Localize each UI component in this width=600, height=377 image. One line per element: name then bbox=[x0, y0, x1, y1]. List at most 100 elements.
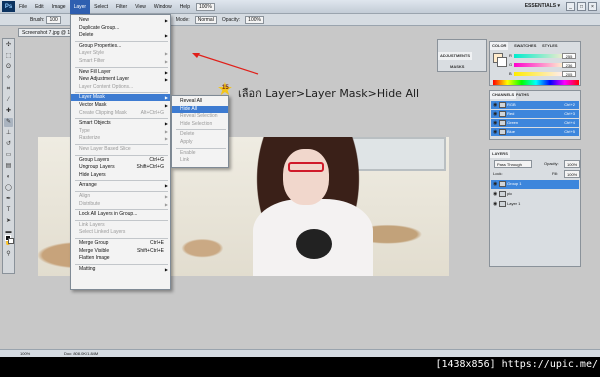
color-swatch-background[interactable] bbox=[497, 57, 507, 67]
magic-wand-tool-icon[interactable]: ✧ bbox=[4, 74, 13, 83]
menu-view[interactable]: View bbox=[131, 0, 150, 14]
menu-item-layer-mask[interactable]: Layer Mask ▶ bbox=[71, 94, 170, 102]
menu-item-layer-style[interactable]: Layer Style ▶ bbox=[71, 50, 170, 57]
menu-item-ungroup-layers[interactable]: Ungroup Layers Shift+Ctrl+G bbox=[71, 164, 170, 171]
brush-tool-icon[interactable]: ✎ bbox=[4, 118, 13, 127]
menu-filter[interactable]: Filter bbox=[112, 0, 131, 14]
blue-slider[interactable] bbox=[514, 72, 566, 76]
tab-color[interactable]: COLOR bbox=[490, 42, 509, 50]
fill-field[interactable]: 100% bbox=[564, 170, 580, 178]
channel-row-green[interactable]: ◉ Green Ctrl+4 bbox=[491, 119, 579, 127]
close-icon[interactable]: × bbox=[588, 2, 597, 11]
blend-mode-select[interactable]: Pass Through bbox=[494, 160, 532, 168]
submenu-item-delete[interactable]: Delete bbox=[172, 131, 228, 138]
menu-item-new-fill-layer[interactable]: New Fill Layer ▶ bbox=[71, 69, 170, 76]
menu-item-duplicate-group[interactable]: Duplicate Group... bbox=[71, 25, 170, 32]
menu-item-type[interactable]: Type ▶ bbox=[71, 128, 170, 135]
visibility-eye-icon[interactable]: ◉ bbox=[493, 119, 497, 127]
document-tab[interactable]: Screenshot 7.jpg @ 1... bbox=[18, 28, 76, 37]
channel-row-blue[interactable]: ◉ Blue Ctrl+5 bbox=[491, 128, 579, 136]
minimize-icon[interactable]: _ bbox=[566, 2, 575, 11]
visibility-eye-icon[interactable]: ◉ bbox=[493, 128, 497, 136]
tab-adjustments[interactable]: ADJUSTMENTS bbox=[438, 52, 473, 60]
menu-item-layer-content-options[interactable]: Layer Content Options... bbox=[71, 84, 170, 91]
menu-item-arrange[interactable]: Arrange ▶ bbox=[71, 182, 170, 189]
menu-image[interactable]: Image bbox=[48, 0, 70, 14]
menu-file[interactable]: File bbox=[15, 0, 31, 14]
menu-item-create-clipping-mask[interactable]: Create Clipping Mask Alt+Ctrl+G bbox=[71, 110, 170, 117]
menu-item-lock-all-layers-in-group[interactable]: Lock All Layers in Group... bbox=[71, 211, 170, 218]
menu-item-matting[interactable]: Matting ▶ bbox=[71, 266, 170, 273]
lasso-tool-icon[interactable]: ʘ bbox=[4, 63, 13, 72]
menu-edit[interactable]: Edit bbox=[31, 0, 48, 14]
submenu-item-hide-selection[interactable]: Hide Selection bbox=[172, 121, 228, 128]
brush-size-picker[interactable]: 100 bbox=[46, 15, 61, 24]
tab-layers[interactable]: LAYERS bbox=[490, 150, 510, 158]
layer-row-group-1[interactable]: ◉ Group 1 bbox=[491, 180, 579, 189]
menu-item-group-properties[interactable]: Group Properties... bbox=[71, 43, 170, 50]
menu-item-new[interactable]: New ▶ bbox=[71, 17, 170, 24]
green-slider[interactable] bbox=[514, 63, 566, 67]
move-tool-icon[interactable]: ✣ bbox=[4, 41, 13, 50]
eyedropper-tool-icon[interactable]: ⁄ bbox=[4, 96, 13, 105]
visibility-eye-icon[interactable]: ◉ bbox=[493, 200, 497, 208]
pen-tool-icon[interactable]: ✒ bbox=[4, 195, 13, 204]
crop-tool-icon[interactable]: ⌗ bbox=[4, 85, 13, 94]
color-spectrum-ramp[interactable] bbox=[493, 80, 579, 85]
healing-tool-icon[interactable]: ✚ bbox=[4, 107, 13, 116]
layer-row-pic[interactable]: ◉ pic bbox=[491, 190, 579, 199]
blur-tool-icon[interactable]: ◐ bbox=[4, 173, 13, 182]
submenu-item-hide-all[interactable]: Hide All bbox=[172, 105, 228, 113]
menu-item-select-linked-layers[interactable]: Select Linked Layers bbox=[71, 229, 170, 236]
visibility-eye-icon[interactable]: ◉ bbox=[493, 110, 497, 118]
marquee-tool-icon[interactable]: ⬚ bbox=[4, 52, 13, 61]
menu-item-new-adjustment-layer[interactable]: New Adjustment Layer ▶ bbox=[71, 76, 170, 83]
green-value[interactable]: 236 bbox=[562, 62, 576, 68]
menu-item-distribute[interactable]: Distribute ▶ bbox=[71, 201, 170, 208]
tab-channels[interactable]: CHANNELS bbox=[490, 91, 517, 99]
menu-layer[interactable]: Layer bbox=[69, 0, 91, 14]
red-value[interactable]: 255 bbox=[562, 53, 576, 59]
menu-item-align[interactable]: Align ▶ bbox=[71, 193, 170, 200]
menu-item-flatten-image[interactable]: Flatten Image bbox=[71, 255, 170, 262]
type-tool-icon[interactable]: T bbox=[4, 206, 13, 215]
history-brush-tool-icon[interactable]: ↺ bbox=[4, 140, 13, 149]
zoom-tool-icon[interactable]: ⚲ bbox=[4, 250, 13, 259]
gradient-tool-icon[interactable]: ▤ bbox=[4, 162, 13, 171]
background-color-swatch[interactable] bbox=[8, 238, 14, 244]
tab-styles[interactable]: STYLES bbox=[540, 42, 560, 50]
menu-select[interactable]: Select bbox=[90, 0, 112, 14]
submenu-item-apply[interactable]: Apply bbox=[172, 139, 228, 146]
menu-item-group-layers[interactable]: Group Layers Ctrl+G bbox=[71, 157, 170, 164]
blue-value[interactable]: 205 bbox=[562, 71, 576, 77]
menu-item-vector-mask[interactable]: Vector Mask ▶ bbox=[71, 102, 170, 109]
menu-help[interactable]: Help bbox=[176, 0, 194, 14]
submenu-item-reveal-all[interactable]: Reveal All bbox=[172, 98, 228, 105]
channel-row-red[interactable]: ◉ Red Ctrl+3 bbox=[491, 110, 579, 118]
menu-item-smart-filter[interactable]: Smart Filter ▶ bbox=[71, 58, 170, 65]
visibility-eye-icon[interactable]: ◉ bbox=[493, 101, 497, 109]
maximize-icon[interactable]: □ bbox=[577, 2, 586, 11]
tab-swatches[interactable]: SWATCHES bbox=[512, 42, 538, 50]
status-zoom[interactable]: 100% bbox=[20, 350, 30, 357]
submenu-item-reveal-selection[interactable]: Reveal Selection bbox=[172, 113, 228, 120]
menu-item-smart-objects[interactable]: Smart Objects ▶ bbox=[71, 120, 170, 127]
visibility-eye-icon[interactable]: ◉ bbox=[493, 190, 497, 198]
menu-item-new-layer-based-slice[interactable]: New Layer Based Slice bbox=[71, 146, 170, 153]
path-selection-tool-icon[interactable]: ➤ bbox=[4, 217, 13, 226]
menu-item-merge-visible[interactable]: Merge Visible Shift+Ctrl+E bbox=[71, 248, 170, 255]
clone-stamp-tool-icon[interactable]: ⊥ bbox=[4, 129, 13, 138]
channel-row-rgb[interactable]: ◉ RGB Ctrl+2 bbox=[491, 101, 579, 109]
menu-item-delete[interactable]: Delete ▶ bbox=[71, 32, 170, 39]
menu-window[interactable]: Window bbox=[150, 0, 176, 14]
tab-paths[interactable]: PATHS bbox=[514, 91, 531, 99]
menu-item-rasterize[interactable]: Rasterize ▶ bbox=[71, 135, 170, 142]
visibility-eye-icon[interactable]: ◉ bbox=[493, 180, 497, 188]
opacity-field[interactable]: 100% bbox=[245, 15, 264, 24]
submenu-item-enable[interactable]: Enable bbox=[172, 150, 228, 157]
menu-item-link-layers[interactable]: Link Layers bbox=[71, 222, 170, 229]
zoom-field[interactable]: 100% bbox=[195, 2, 215, 11]
workspace-switcher[interactable]: ESSENTIALS ▾ bbox=[525, 3, 560, 9]
eraser-tool-icon[interactable]: ▭ bbox=[4, 151, 13, 160]
layer-opacity-field[interactable]: 100% bbox=[564, 160, 580, 168]
